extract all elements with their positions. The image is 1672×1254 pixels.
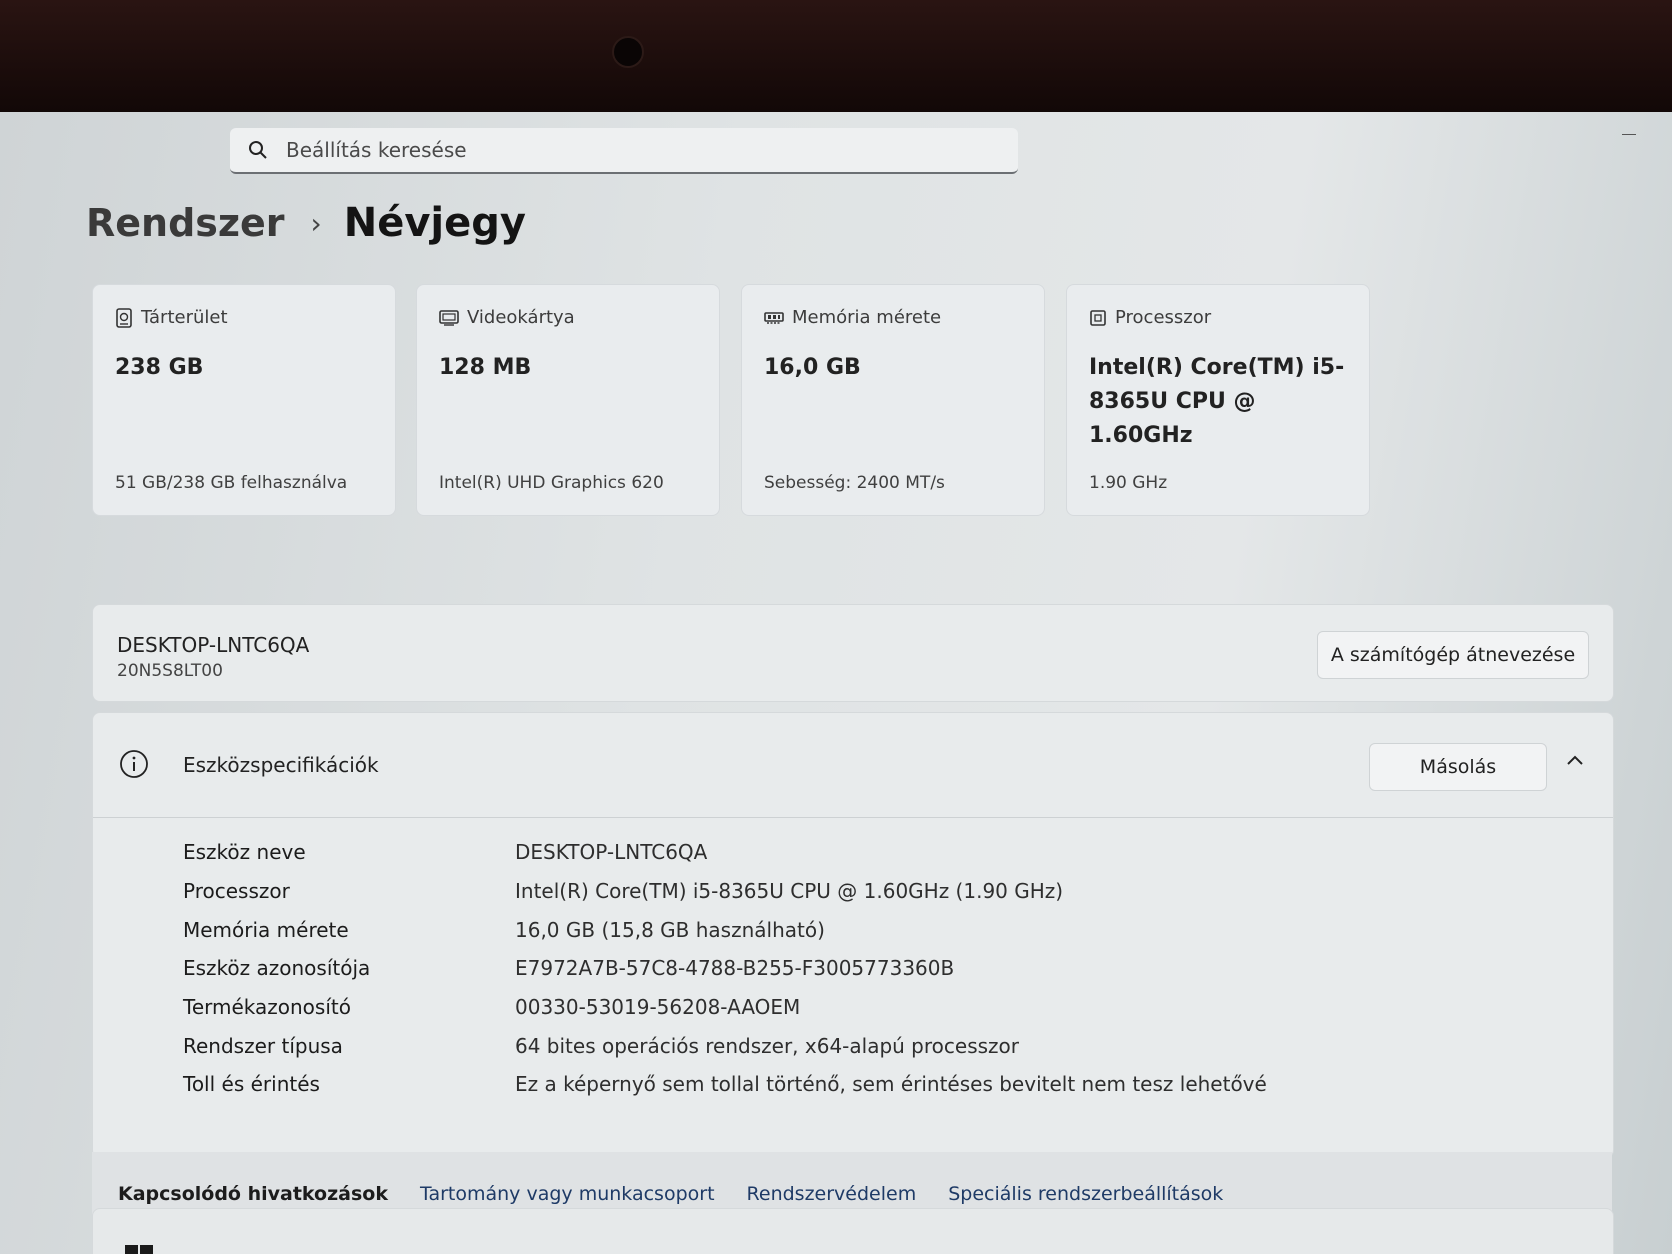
video-card: Videokártya 128 MB Intel(R) UHD Graphics…: [416, 284, 720, 516]
device-specs-panel: Eszközspecifikációk Másolás Eszköz neve …: [92, 712, 1614, 1158]
copy-button[interactable]: Másolás: [1369, 743, 1547, 791]
search-input[interactable]: [284, 137, 928, 163]
windows-logo-icon: [125, 1245, 153, 1254]
spec-value: Ez a képernyő sem tollal történő, sem ér…: [515, 1072, 1267, 1097]
spec-row: Eszköz neve DESKTOP-LNTC6QA: [183, 833, 1267, 872]
minimize-button[interactable]: [1622, 134, 1636, 135]
card-value: 238 GB: [115, 355, 204, 380]
rename-pc-button[interactable]: A számítógép átnevezése: [1317, 631, 1589, 679]
breadcrumb-parent[interactable]: Rendszer: [86, 201, 285, 245]
search-icon: [249, 141, 267, 159]
spec-key: Toll és érintés: [183, 1072, 320, 1097]
storage-card: Tárterület 238 GB 51 GB/238 GB felhaszná…: [92, 284, 396, 516]
spec-value: 00330-53019-56208-AAOEM: [515, 995, 801, 1020]
spec-value: Intel(R) Core(TM) i5-8365U CPU @ 1.60GHz…: [515, 879, 1064, 904]
drive-icon: [116, 307, 132, 328]
windows-specs-panel[interactable]: [92, 1208, 1614, 1254]
card-value: 128 MB: [439, 355, 532, 380]
card-label: Memória mérete: [792, 307, 942, 328]
spec-value: 64 bites operációs rendszer, x64-alapú p…: [515, 1033, 1019, 1058]
card-label: Tárterület: [141, 307, 228, 328]
search-box[interactable]: [230, 128, 1018, 174]
processor-icon: [1090, 309, 1106, 326]
spec-key: Memória mérete: [183, 917, 349, 942]
card-subtext: Intel(R) UHD Graphics 620: [439, 473, 664, 493]
related-links-label: Kapcsolódó hivatkozások: [118, 1183, 388, 1205]
spec-key: Processzor: [183, 879, 290, 904]
link-system-protection[interactable]: Rendszervédelem: [747, 1183, 917, 1205]
spec-row: Memória mérete 16,0 GB (15,8 GB használh…: [183, 910, 1267, 949]
card-label: Processzor: [1115, 307, 1212, 328]
spec-key: Eszköz azonosítója: [183, 956, 371, 981]
spec-row: Termékazonosító 00330-53019-56208-AAOEM: [183, 988, 1267, 1027]
display-card-icon: [439, 309, 459, 326]
memory-icon: [764, 311, 784, 324]
card-subtext: 1.90 GHz: [1089, 473, 1168, 493]
settings-window: Rendszer › Névjegy Tárterület 238 GB 51 …: [0, 112, 1672, 1254]
device-specs-title: Eszközspecifikációk: [183, 753, 379, 777]
memory-card: Memória mérete 16,0 GB Sebesség: 2400 MT…: [741, 284, 1045, 516]
spec-key: Rendszer típusa: [183, 1033, 343, 1058]
device-model: 20N5S8LT00: [117, 661, 223, 681]
page-title: Névjegy: [343, 200, 526, 246]
spec-row: Rendszer típusa 64 bites operációs rends…: [183, 1026, 1267, 1065]
card-subtext: Sebesség: 2400 MT/s: [764, 473, 945, 493]
spec-row: Toll és érintés Ez a képernyő sem tollal…: [183, 1065, 1267, 1104]
card-label: Videokártya: [467, 307, 575, 328]
device-name: DESKTOP-LNTC6QA: [117, 633, 310, 657]
webcam: [612, 36, 644, 68]
info-icon: [120, 750, 148, 778]
device-name-row: DESKTOP-LNTC6QA 20N5S8LT00 A számítógép …: [92, 604, 1614, 702]
spec-key: Termékazonosító: [183, 995, 351, 1020]
card-subtext: 51 GB/238 GB felhasználva: [115, 473, 348, 493]
device-specs-header[interactable]: Eszközspecifikációk Másolás: [93, 713, 1613, 818]
spec-key: Eszköz neve: [183, 840, 306, 865]
spec-row: Eszköz azonosítója E7972A7B-57C8-4788-B2…: [183, 949, 1267, 988]
card-value: 16,0 GB: [764, 355, 861, 380]
spec-row: Processzor Intel(R) Core(TM) i5-8365U CP…: [183, 872, 1267, 911]
spec-value: E7972A7B-57C8-4788-B255-F3005773360B: [515, 956, 955, 981]
chevron-up-icon[interactable]: [1565, 753, 1585, 767]
card-value: Intel(R) Core(TM) i5-8365U CPU @ 1.60GHz: [1089, 355, 1345, 448]
link-domain-workgroup[interactable]: Tartomány vagy munkacsoport: [420, 1183, 715, 1205]
spec-list: Eszköz neve DESKTOP-LNTC6QA Processzor I…: [183, 833, 1267, 1104]
spec-value: DESKTOP-LNTC6QA: [515, 840, 708, 865]
breadcrumb: Rendszer › Névjegy: [86, 200, 526, 246]
spec-value: 16,0 GB (15,8 GB használható): [515, 917, 825, 942]
breadcrumb-separator: ›: [310, 206, 322, 240]
processor-card: Processzor Intel(R) Core(TM) i5-8365U CP…: [1066, 284, 1370, 516]
link-advanced-settings[interactable]: Speciális rendszerbeállítások: [948, 1183, 1223, 1205]
laptop-bezel: [0, 0, 1672, 112]
